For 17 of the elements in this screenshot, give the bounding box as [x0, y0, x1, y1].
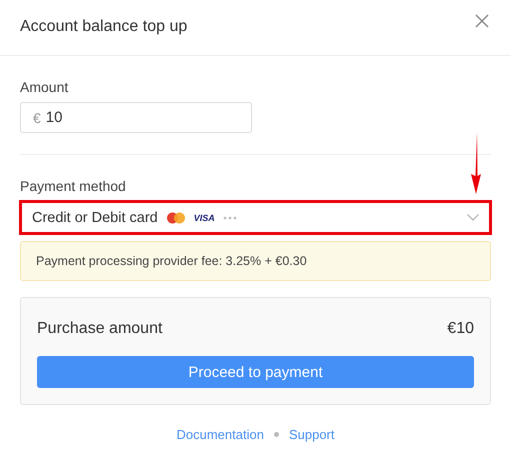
fee-notice: Payment processing provider fee: 3.25% + €0.30	[20, 241, 491, 281]
visa-logo: VISA	[194, 212, 215, 222]
chevron-down-icon	[467, 214, 479, 221]
dialog-title: Account balance top up	[20, 18, 188, 36]
purchase-total: €10	[447, 320, 474, 338]
field-label: Amount	[20, 79, 70, 95]
purchase-label: Purchase amount	[37, 320, 162, 338]
proceed-button[interactable]: Proceed to payment	[37, 356, 474, 388]
payment-method-dropdown[interactable]: Credit or Debit card VISA	[19, 200, 492, 235]
field-label: Payment method	[20, 178, 127, 194]
more-icon	[222, 216, 237, 220]
close-icon[interactable]	[475, 14, 489, 28]
mastercard-icon	[166, 212, 186, 224]
separator-dot	[274, 432, 279, 437]
amount-field[interactable]: € 10	[20, 102, 252, 133]
footer-link[interactable]: Documentation	[176, 427, 264, 442]
footer-link[interactable]: Support	[288, 427, 334, 442]
